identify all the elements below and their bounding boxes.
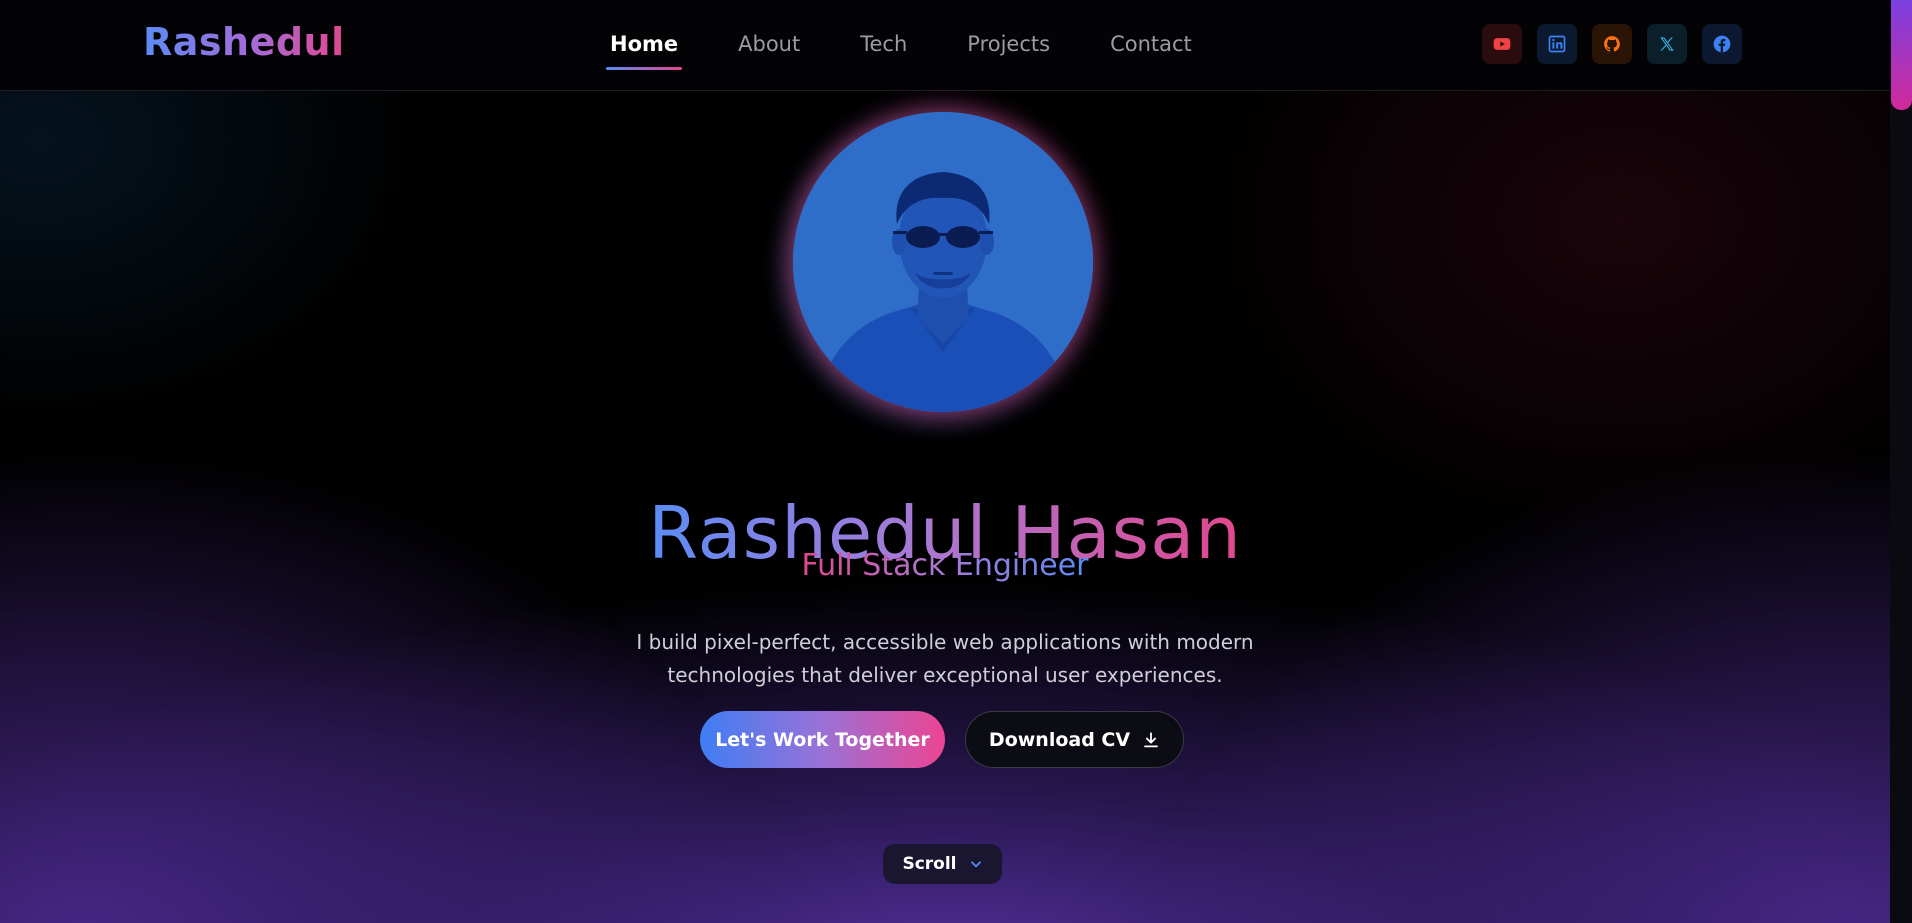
linkedin-link[interactable] [1537, 24, 1577, 64]
portfolio-page: Rashedul Home About Tech Projects Contac… [0, 0, 1912, 923]
scrollbar-thumb[interactable] [1891, 0, 1912, 110]
nav-contact[interactable]: Contact [1100, 28, 1202, 60]
nav-projects[interactable]: Projects [957, 28, 1060, 60]
facebook-link[interactable] [1702, 24, 1742, 64]
nav-home-label: Home [610, 32, 679, 56]
x-twitter-link[interactable] [1647, 24, 1687, 64]
chevron-down-icon [970, 861, 981, 868]
nav-tech-label: Tech [860, 32, 908, 56]
download-cv-button[interactable]: Download CV [965, 711, 1184, 768]
x-twitter-icon [1660, 37, 1674, 51]
site-header: Rashedul Home About Tech Projects Contac… [0, 0, 1890, 91]
youtube-icon [1493, 38, 1511, 50]
work-together-button[interactable]: Let's Work Together [700, 711, 945, 768]
nav-home[interactable]: Home [600, 28, 688, 70]
profile-avatar [793, 112, 1093, 412]
youtube-link[interactable] [1482, 24, 1522, 64]
social-links [1482, 24, 1742, 64]
nav-about[interactable]: About [728, 28, 810, 60]
site-logo[interactable]: Rashedul [143, 20, 345, 64]
github-link[interactable] [1592, 24, 1632, 64]
linkedin-icon [1548, 35, 1566, 53]
scroll-label: Scroll [902, 854, 957, 874]
profile-photo [793, 112, 1093, 412]
hero-role-text: Full Stack Engineer [801, 548, 1089, 583]
github-icon [1604, 36, 1620, 52]
nav-contact-label: Contact [1110, 32, 1192, 56]
download-icon [1144, 731, 1158, 747]
page-scrollbar[interactable] [1890, 0, 1912, 923]
nav-about-label: About [738, 32, 801, 56]
active-underline [606, 67, 683, 70]
main-nav: Home About Tech Projects Contact [600, 28, 1242, 70]
hero-role: Full Stack Engineer [0, 548, 1890, 583]
hero-description: I build pixel-perfect, accessible web ap… [636, 630, 1254, 687]
download-cv-label: Download CV [988, 728, 1131, 751]
work-together-label: Let's Work Together [715, 728, 930, 751]
scroll-down-button[interactable]: Scroll [883, 844, 1002, 884]
nav-projects-label: Projects [967, 32, 1051, 56]
nav-tech[interactable]: Tech [850, 28, 917, 60]
facebook-icon [1713, 35, 1731, 53]
